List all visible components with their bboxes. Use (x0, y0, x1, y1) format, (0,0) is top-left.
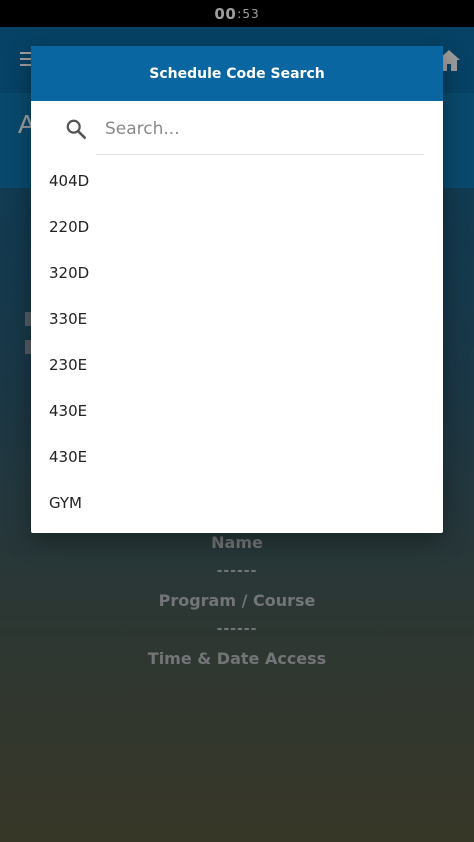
code-item-gym[interactable]: GYM (31, 480, 443, 526)
search-input[interactable] (101, 111, 429, 146)
dialog-header: Schedule Code Search (31, 46, 443, 101)
code-item-430e[interactable]: 430E (31, 388, 443, 434)
search-underline (96, 154, 424, 155)
schedule-code-list: 404D 220D 320D 330E 230E 430E 430E GYM (31, 158, 443, 526)
code-item-330e[interactable]: 330E (31, 296, 443, 342)
schedule-code-dialog: Schedule Code Search 404D 220D 320D 330E… (31, 46, 443, 533)
code-item-404d[interactable]: 404D (31, 158, 443, 204)
dialog-title: Schedule Code Search (149, 65, 325, 82)
code-item-220d[interactable]: 220D (31, 204, 443, 250)
screen: 00:53 A Name ------ Program / Course ---… (0, 0, 474, 842)
search-row (31, 101, 443, 156)
code-item-230e[interactable]: 230E (31, 342, 443, 388)
code-item-320d[interactable]: 320D (31, 250, 443, 296)
search-icon (66, 119, 86, 139)
code-item-430e-2[interactable]: 430E (31, 434, 443, 480)
